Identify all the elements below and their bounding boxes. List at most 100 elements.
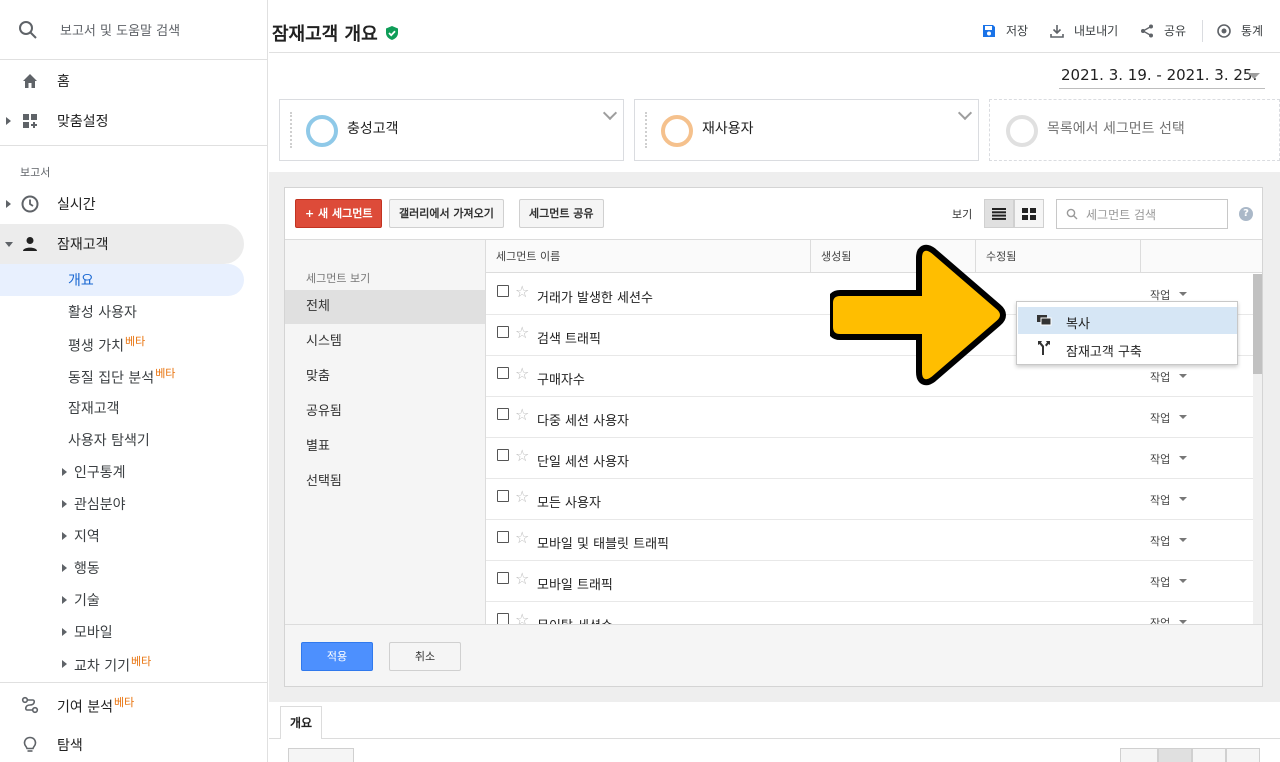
sidebar-sub-active-users[interactable]: 활성 사용자 [0,296,267,328]
star-icon[interactable]: ☆ [515,528,529,547]
star-icon[interactable]: ☆ [515,446,529,465]
metric-selector-button[interactable] [288,748,354,762]
sidebar-item-home[interactable]: 홈 [0,61,267,101]
action-button[interactable]: 작업 [1150,451,1170,467]
sidebar-item-discover[interactable]: 탐색 [0,725,267,762]
menu-item-copy[interactable]: 복사 [1018,307,1237,334]
filter-custom[interactable]: 맞춤 [285,360,485,394]
import-gallery-button[interactable]: 갤러리에서 가져오기 [389,199,504,228]
segment-search-input[interactable]: 세그먼트 검색 [1056,199,1228,229]
row-checkbox[interactable] [497,326,509,338]
filter-selected[interactable]: 선택됨 [285,465,485,499]
row-checkbox[interactable] [497,613,509,624]
filter-all[interactable]: 전체 [285,290,485,324]
column-header-name[interactable]: 세그먼트 이름 [486,240,811,273]
sidebar-sub-mobile[interactable]: 모바일 [0,616,267,648]
filter-system[interactable]: 시스템 [285,325,485,359]
new-segment-button[interactable]: + 새 세그먼트 [295,199,383,228]
row-checkbox[interactable] [497,531,509,543]
sidebar-item-customization[interactable]: 맞춤설정 [0,101,267,141]
segment-card-select[interactable]: 목록에서 세그먼트 선택 [989,99,1280,161]
caret-down-icon[interactable] [1179,456,1187,460]
sidebar-search[interactable]: 보고서 및 도움말 검색 [0,0,267,60]
table-row[interactable]: ☆ 모든 사용자 작업 [486,479,1254,520]
sidebar-sub-geo[interactable]: 지역 [0,520,267,552]
sidebar-sub-cohort-analysis[interactable]: 동질 집단 분석베타 [0,360,267,392]
sidebar-sub-behavior[interactable]: 행동 [0,552,267,584]
sidebar-sub-lifetime-value[interactable]: 평생 가치베타 [0,328,267,360]
tab-overview[interactable]: 개요 [280,706,322,739]
sub-label: 개요 [68,273,94,289]
caret-down-icon[interactable] [1179,292,1187,296]
help-icon[interactable]: ? [1239,207,1253,221]
menu-item-build-audience[interactable]: 잠재고객 구축 [1018,335,1237,362]
caret-down-icon[interactable] [1179,374,1187,378]
table-row[interactable]: ☆ 단일 세션 사용자 작업 [486,438,1254,479]
section-label-reports: 보고서 [20,166,51,179]
time-granularity-button[interactable] [1158,748,1192,762]
insights-button[interactable]: 통계 [1216,22,1263,39]
segment-card-returning[interactable]: 재사용자 [634,99,979,161]
time-granularity-button[interactable] [1192,748,1226,762]
apply-button[interactable]: 적용 [301,642,373,671]
star-icon[interactable]: ☆ [515,282,529,301]
star-icon[interactable]: ☆ [515,569,529,588]
table-row[interactable]: ☆ 모바일 및 태블릿 트래픽 작업 [486,520,1254,561]
row-checkbox[interactable] [497,572,509,584]
drag-handle-icon[interactable] [645,112,649,148]
sidebar-sub-demographics[interactable]: 인구통계 [0,456,267,488]
sidebar-item-attribution[interactable]: 기여 분석베타 [0,685,267,725]
share-button[interactable]: 공유 [1139,22,1186,39]
sidebar-sub-overview[interactable]: 개요 [0,264,244,296]
drag-handle-icon[interactable] [290,112,294,148]
chevron-down-icon[interactable] [602,105,618,121]
caret-down-icon[interactable] [1179,415,1187,419]
sidebar-sub-cross-device[interactable]: 교차 기기베타 [0,648,267,680]
save-button[interactable]: 저장 [981,22,1028,39]
star-icon[interactable]: ☆ [515,364,529,383]
caret-down-icon[interactable] [1179,497,1187,501]
filter-starred[interactable]: 별표 [285,430,485,464]
table-row[interactable]: ☆ 다중 세션 사용자 작업 [486,397,1254,438]
filter-shared[interactable]: 공유됨 [285,395,485,429]
date-range-picker[interactable]: 2021. 3. 19. - 2021. 3. 25. [1061,66,1257,84]
row-checkbox[interactable] [497,449,509,461]
star-icon[interactable]: ☆ [515,610,529,624]
scrollbar-thumb[interactable] [1253,274,1262,374]
time-granularity-button[interactable] [1226,748,1260,762]
action-button[interactable]: 작업 [1150,492,1170,508]
action-button[interactable]: 작업 [1150,369,1170,385]
scrollbar[interactable] [1253,274,1262,624]
caret-down-icon[interactable] [1248,73,1260,79]
caret-down-icon[interactable] [1179,538,1187,542]
row-checkbox[interactable] [497,408,509,420]
table-row[interactable]: ☆ 모바일 트래픽 작업 [486,561,1254,602]
sidebar-sub-technology[interactable]: 기술 [0,584,267,616]
fork-icon [1038,341,1050,355]
row-checkbox[interactable] [497,367,509,379]
sidebar-sub-user-explorer[interactable]: 사용자 탐색기 [0,424,267,456]
sidebar-item-realtime[interactable]: 실시간 [0,184,267,224]
cancel-button[interactable]: 취소 [389,642,461,671]
export-button[interactable]: 내보내기 [1049,22,1118,39]
sidebar-sub-interests[interactable]: 관심분야 [0,488,267,520]
action-button[interactable]: 작업 [1150,574,1170,590]
sidebar-sub-audiences[interactable]: 잠재고객 [0,392,267,424]
chevron-down-icon[interactable] [957,105,973,121]
sidebar-item-audience[interactable]: 잠재고객 [0,224,244,264]
share-segment-button[interactable]: 세그먼트 공유 [519,199,604,228]
table-row[interactable]: ☆ 무이탈 세션수 작업 [486,602,1254,624]
list-view-button[interactable] [984,199,1014,228]
star-icon[interactable]: ☆ [515,405,529,424]
segment-card-loyal[interactable]: 충성고객 [279,99,624,161]
row-checkbox[interactable] [497,285,509,297]
caret-down-icon[interactable] [1179,579,1187,583]
action-button[interactable]: 작업 [1150,533,1170,549]
action-button[interactable]: 작업 [1150,410,1170,426]
row-checkbox[interactable] [497,490,509,502]
action-button[interactable]: 작업 [1150,615,1170,624]
grid-view-button[interactable] [1014,199,1044,228]
star-icon[interactable]: ☆ [515,487,529,506]
star-icon[interactable]: ☆ [515,323,529,342]
time-granularity-button[interactable] [1120,748,1158,762]
